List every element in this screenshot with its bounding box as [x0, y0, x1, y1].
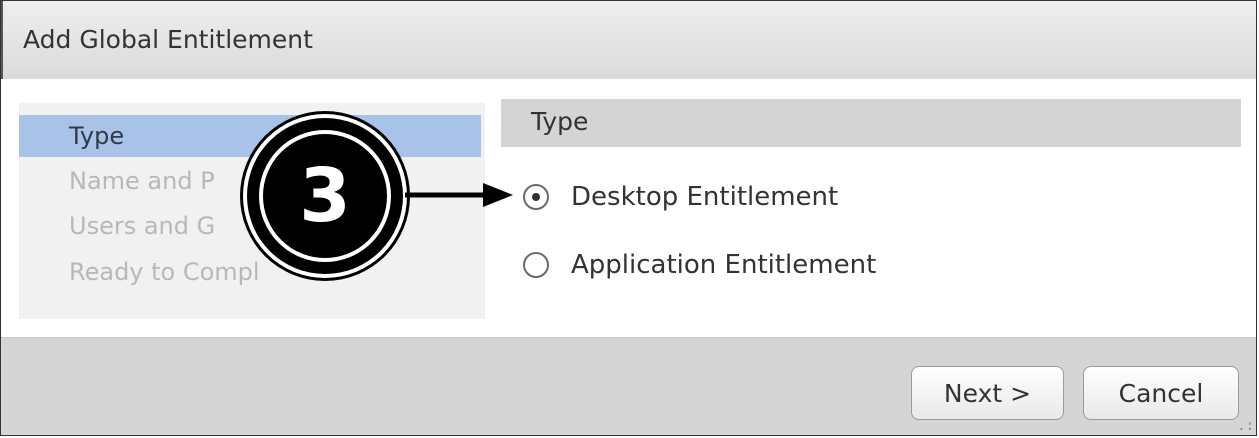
- dialog-body: Type Name and P Users and G Ready to Com…: [1, 79, 1256, 337]
- application-entitlement-option[interactable]: Application Entitlement: [523, 245, 876, 285]
- step-callout-badge: 3: [247, 118, 403, 274]
- resize-grip-icon[interactable]: .:: [1237, 419, 1254, 433]
- type-panel: Type Desktop Entitlement Application Ent…: [501, 99, 1241, 319]
- step-callout-number: 3: [299, 153, 351, 239]
- titlebar-edge: [1, 1, 3, 79]
- cancel-button[interactable]: Cancel: [1083, 366, 1239, 420]
- next-button[interactable]: Next >: [911, 366, 1064, 420]
- desktop-entitlement-radio[interactable]: [523, 184, 549, 210]
- application-entitlement-label[interactable]: Application Entitlement: [571, 250, 876, 280]
- desktop-entitlement-option[interactable]: Desktop Entitlement: [523, 177, 838, 217]
- dialog-footer: Next > Cancel .:: [1, 337, 1256, 435]
- application-entitlement-radio[interactable]: [523, 252, 549, 278]
- add-global-entitlement-dialog: Add Global Entitlement Type Name and P U…: [0, 0, 1257, 436]
- desktop-entitlement-label[interactable]: Desktop Entitlement: [571, 182, 838, 212]
- section-header: Type: [501, 99, 1241, 147]
- step-callout-inner-ring: 3: [259, 130, 391, 262]
- dialog-title: Add Global Entitlement: [23, 25, 313, 54]
- wizard-step-ready-to-complete: Ready to Compl: [69, 258, 260, 286]
- callout-arrow-icon: [405, 183, 513, 207]
- dialog-titlebar: Add Global Entitlement: [1, 1, 1256, 80]
- section-title: Type: [531, 107, 589, 136]
- wizard-step-type[interactable]: Type: [19, 115, 481, 157]
